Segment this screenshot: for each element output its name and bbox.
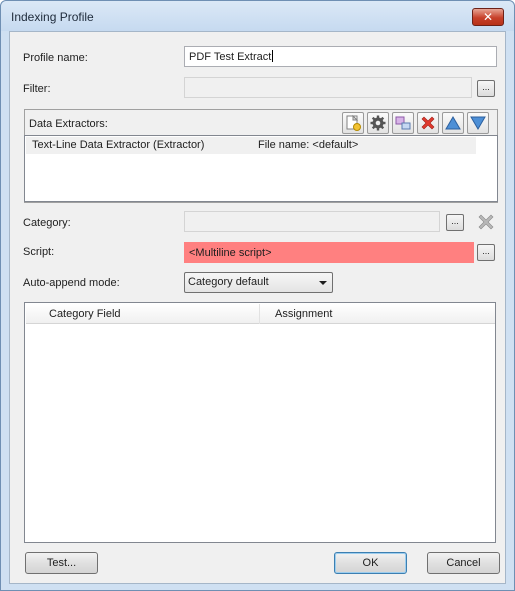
data-extractors-label: Data Extractors: [29,118,108,130]
chevron-down-icon [319,281,327,285]
test-button[interactable]: Test... [25,552,98,574]
delete-extractor-button[interactable] [417,112,439,134]
clear-category-button[interactable] [476,212,496,232]
close-button[interactable]: ✕ [472,8,504,26]
category-label: Category: [23,217,71,229]
move-up-button[interactable] [442,112,464,134]
script-browse-button[interactable]: ... [477,244,495,261]
add-extractor-button[interactable] [342,112,364,134]
category-input[interactable] [184,211,440,232]
auto-append-value: Category default [188,276,269,288]
cancel-button[interactable]: Cancel [427,552,500,574]
window-title: Indexing Profile [11,10,94,24]
configure-extractor-button[interactable] [367,112,389,134]
clear-x-icon [478,214,494,230]
add-icon [346,115,361,131]
data-extractors-group: Data Extractors: Text-Line Data Extracto… [24,109,498,203]
indexing-profile-dialog: Indexing Profile ✕ Profile name: PDF Tes… [0,0,515,591]
delete-icon [421,116,435,130]
auto-append-label: Auto-append mode: [23,277,120,289]
title-bar[interactable]: Indexing Profile ✕ [1,1,514,31]
script-label: Script: [23,246,55,258]
column-header-assignment[interactable]: Assignment [275,308,332,320]
column-header-category-field[interactable]: Category Field [49,308,121,320]
category-browse-button[interactable]: ... [446,214,464,231]
gear-icon [370,115,386,131]
arrow-down-icon [470,116,486,130]
profile-name-input[interactable]: PDF Test Extract [184,46,497,67]
arrow-up-icon [445,116,461,130]
copy-extractor-button[interactable] [392,112,414,134]
ok-button[interactable]: OK [334,552,407,574]
dialog-body: Profile name: PDF Test Extract Filter: .… [9,31,506,584]
table-header: Category Field Assignment [26,304,495,324]
move-down-button[interactable] [467,112,489,134]
text-caret [272,50,274,62]
data-extractors-list[interactable]: Text-Line Data Extractor (Extractor) Fil… [24,135,498,202]
profile-name-value: PDF Test Extract [189,51,272,63]
filter-browse-button[interactable]: ... [477,80,495,97]
list-item[interactable]: Text-Line Data Extractor (Extractor) Fil… [26,137,476,154]
filter-input[interactable] [184,77,472,98]
extractor-detail: File name: <default> [258,139,359,151]
column-divider[interactable] [259,304,260,324]
script-input[interactable]: <Multiline script> [184,242,474,263]
profile-name-label: Profile name: [23,52,88,64]
copy-icon [395,116,411,130]
extractor-name: Text-Line Data Extractor (Extractor) [32,139,205,151]
category-assignments-table[interactable]: Category Field Assignment [24,302,496,543]
filter-label: Filter: [23,83,51,95]
auto-append-select[interactable]: Category default [184,272,333,293]
